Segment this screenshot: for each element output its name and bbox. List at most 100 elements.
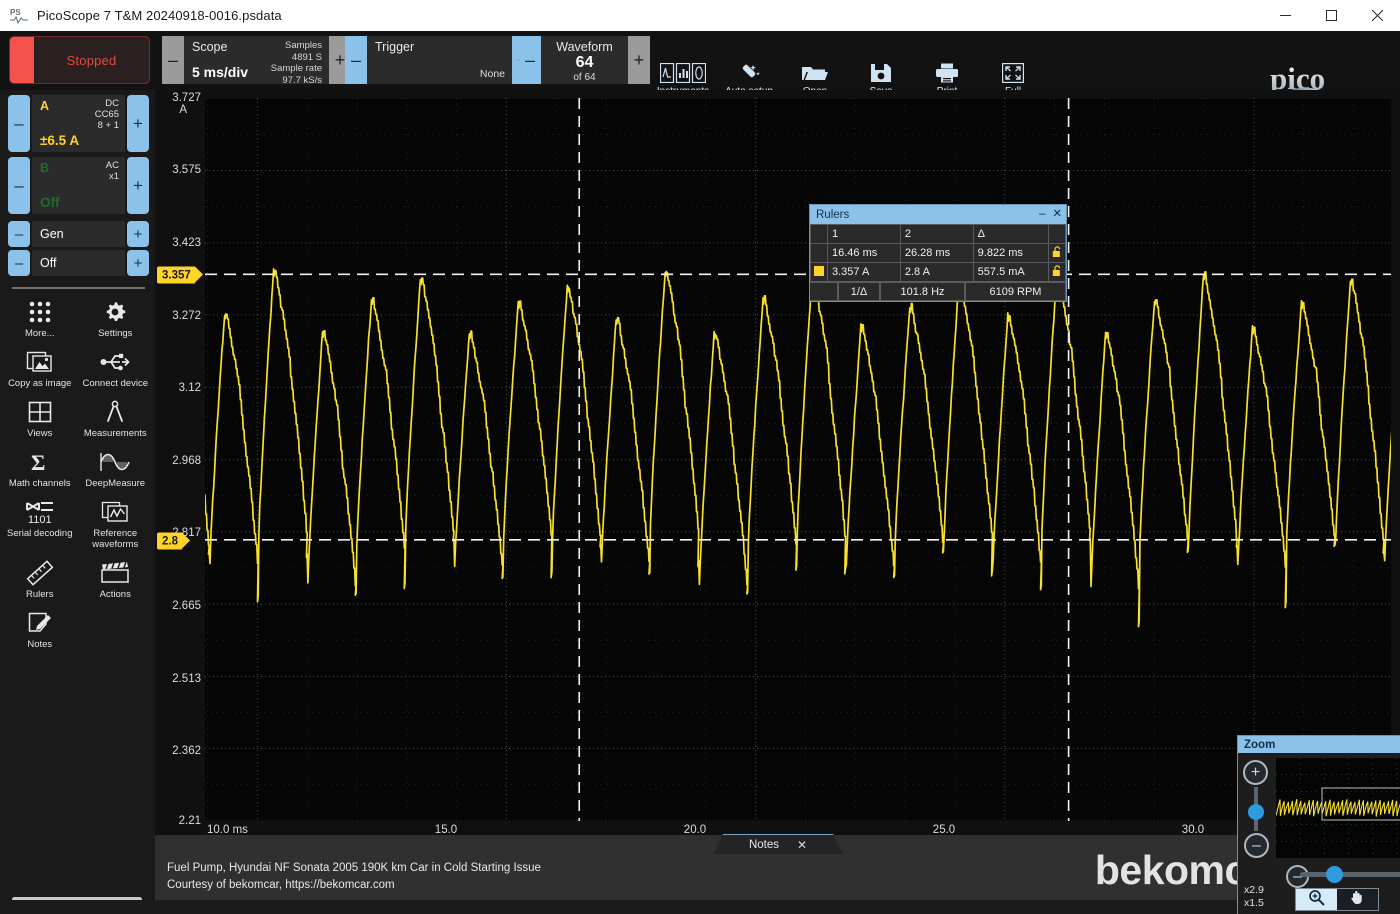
minimize-button[interactable] bbox=[1262, 0, 1308, 31]
sidebar-item-reference-waveforms[interactable]: Reference waveforms bbox=[78, 495, 154, 552]
channel-a-increase-button[interactable]: + bbox=[127, 95, 149, 152]
waveform-control[interactable]: Waveform 64 of 64 bbox=[541, 36, 628, 84]
sidebar-item-rulers[interactable]: Rulers bbox=[2, 556, 78, 602]
rulers-panel-close-button[interactable]: ✕ bbox=[1052, 209, 1062, 221]
y-tick: 2.21 bbox=[179, 815, 201, 827]
inverse-delta-label: 1/Δ bbox=[838, 282, 880, 301]
rulers-header-delta: Δ bbox=[973, 225, 1048, 244]
notes-tab[interactable]: Notes ✕ bbox=[713, 834, 843, 854]
waveform-previous-button[interactable]: – bbox=[519, 36, 541, 84]
channel-b-increase-button[interactable]: + bbox=[127, 157, 149, 214]
generator-decrease-button[interactable]: – bbox=[8, 221, 30, 247]
rpm-value: 6109 RPM bbox=[965, 282, 1066, 301]
notes-tab-close-button[interactable]: ✕ bbox=[797, 838, 807, 852]
channel-b-decrease-button[interactable]: – bbox=[8, 157, 30, 214]
scope-control[interactable]: Scope 5 ms/div Samples 4891 S Sample rat… bbox=[184, 36, 329, 84]
sidebar-item-actions[interactable]: Actions bbox=[78, 556, 154, 602]
sidebar-item-connect-device-label: Connect device bbox=[83, 378, 148, 389]
zoom-overview[interactable] bbox=[1276, 758, 1400, 858]
zoom-panel[interactable]: Zoom – ■ ✕ + – – + x2.9 bbox=[1237, 735, 1400, 914]
horizontal-zoom-thumb[interactable] bbox=[1326, 866, 1343, 883]
rulers-panel-minimize-button[interactable]: – bbox=[1039, 209, 1045, 221]
generator-state-increase-button[interactable]: + bbox=[127, 250, 149, 276]
trigger-control[interactable]: Trigger None bbox=[367, 36, 512, 84]
y-tick: 2.968 bbox=[172, 455, 201, 467]
sidebar-item-measurements[interactable]: Measurements bbox=[78, 395, 154, 441]
sidebar-item-copy-as-image-label: Copy as image bbox=[8, 378, 71, 389]
rulers-table: 1 2 Δ 16.46 ms 26.28 ms 9.822 ms bbox=[810, 224, 1066, 282]
waveform-next-button[interactable]: + bbox=[628, 36, 650, 84]
vertical-zoom-slider[interactable]: + – bbox=[1243, 760, 1271, 858]
sidebar-item-notes[interactable]: Notes bbox=[2, 606, 78, 652]
level-ruler-1-badge[interactable]: 3.357 bbox=[157, 267, 195, 284]
zoom-mode-pan-button[interactable] bbox=[1337, 889, 1378, 910]
hand-icon bbox=[1349, 889, 1366, 911]
channel-a-decrease-button[interactable]: – bbox=[8, 95, 30, 152]
horizontal-zoom-track[interactable] bbox=[1300, 872, 1400, 877]
zoom-mode-toggle[interactable] bbox=[1295, 888, 1379, 911]
rulers-panel-title: Rulers bbox=[816, 209, 849, 221]
waveform-number: 64 bbox=[549, 54, 620, 72]
level-ruler-2-badge[interactable]: 2.8 bbox=[157, 533, 182, 550]
copy-image-icon bbox=[26, 349, 54, 375]
generator-row[interactable]: – Gen + bbox=[8, 221, 149, 247]
zoom-in-button[interactable]: + bbox=[1243, 760, 1268, 785]
y-tick: 2.513 bbox=[172, 673, 201, 685]
sidebar-item-settings[interactable]: Settings bbox=[78, 295, 154, 341]
sidebar-item-connect-device[interactable]: Connect device bbox=[78, 345, 154, 391]
svg-text:1101: 1101 bbox=[28, 514, 52, 525]
generator-block: – Gen + – Off + bbox=[8, 221, 149, 279]
sidebar-item-math-channels[interactable]: Σ Math channels bbox=[2, 445, 78, 491]
notes-content[interactable]: Fuel Pump, Hyundai NF Sonata 2005 190K k… bbox=[167, 860, 541, 894]
zoom-factor-x: x2.9 bbox=[1244, 884, 1264, 897]
trigger-decrease-button[interactable]: – bbox=[345, 36, 367, 84]
instruments-icon bbox=[660, 63, 706, 83]
close-button[interactable] bbox=[1354, 0, 1400, 31]
rulers-header-2: 2 bbox=[900, 225, 973, 244]
scope-decrease-button[interactable]: – bbox=[162, 36, 184, 84]
table-row: 3.357 A 2.8 A 557.5 mA bbox=[811, 263, 1066, 282]
y-axis-unit: A bbox=[179, 104, 187, 116]
zoom-mode-magnifier-button[interactable] bbox=[1296, 889, 1337, 910]
generator-state-decrease-button[interactable]: – bbox=[8, 250, 30, 276]
unlock-icon bbox=[1052, 268, 1063, 280]
open-folder-icon bbox=[801, 63, 829, 83]
left-sidebar: – A ±6.5 A DC CC65 8 + 1 + – B Off AC x1 bbox=[0, 90, 155, 914]
rulers-footer-spacer bbox=[810, 282, 838, 301]
vertical-zoom-thumb[interactable] bbox=[1248, 804, 1264, 820]
run-stop-button[interactable]: Stopped bbox=[9, 36, 150, 84]
trigger-title: Trigger bbox=[375, 40, 504, 54]
zoom-panel-title: Zoom bbox=[1244, 739, 1275, 751]
notes-line-2: Courtesy of bekomcar, https://bekomcar.c… bbox=[167, 877, 541, 894]
sample-rate-value: 97.7 kS/s bbox=[271, 75, 322, 87]
generator-state-row[interactable]: – Off + bbox=[8, 250, 149, 276]
channel-a-block[interactable]: – A ±6.5 A DC CC65 8 + 1 + bbox=[8, 95, 149, 152]
sidebar-item-notes-label: Notes bbox=[27, 639, 52, 650]
generator-label: Gen bbox=[32, 221, 125, 247]
time-ruler-2-value: 26.28 ms bbox=[900, 244, 973, 263]
channel-a-meta: DC CC65 8 + 1 bbox=[95, 98, 119, 131]
rulers-panel[interactable]: Rulers – ✕ 1 2 Δ 16.46 ms 26.28 ms bbox=[809, 204, 1067, 302]
auto-setup-icon bbox=[736, 63, 762, 83]
sidebar-item-deepmeasure[interactable]: DeepMeasure bbox=[78, 445, 154, 491]
channel-b-block[interactable]: – B Off AC x1 + bbox=[8, 157, 149, 214]
sidebar-item-views[interactable]: Views bbox=[2, 395, 78, 441]
level-ruler-delta-value: 557.5 mA bbox=[973, 263, 1048, 282]
samples-value: 4891 S bbox=[271, 52, 322, 64]
rulers-header-row: 1 2 Δ bbox=[811, 225, 1066, 244]
waveform-plot[interactable] bbox=[205, 98, 1391, 821]
level-ruler-1-value: 3.357 A bbox=[828, 263, 901, 282]
maximize-button[interactable] bbox=[1308, 0, 1354, 31]
channel-b-name: B bbox=[40, 161, 49, 175]
trigger-control-group: – Trigger None + bbox=[345, 36, 534, 84]
level-ruler-lock-button[interactable] bbox=[1049, 263, 1066, 282]
waveform-total: of 64 bbox=[549, 72, 620, 83]
zoom-out-button[interactable]: – bbox=[1244, 833, 1269, 858]
sidebar-item-serial-decoding[interactable]: 1101 Serial decoding bbox=[2, 495, 78, 552]
sidebar-item-copy-as-image[interactable]: Copy as image bbox=[2, 345, 78, 391]
sidebar-item-more[interactable]: More... bbox=[2, 295, 78, 341]
channel-a-body[interactable]: A ±6.5 A DC CC65 8 + 1 bbox=[32, 95, 125, 152]
time-ruler-lock-button[interactable] bbox=[1049, 244, 1066, 263]
generator-increase-button[interactable]: + bbox=[127, 221, 149, 247]
channel-b-body[interactable]: B Off AC x1 bbox=[32, 157, 125, 214]
